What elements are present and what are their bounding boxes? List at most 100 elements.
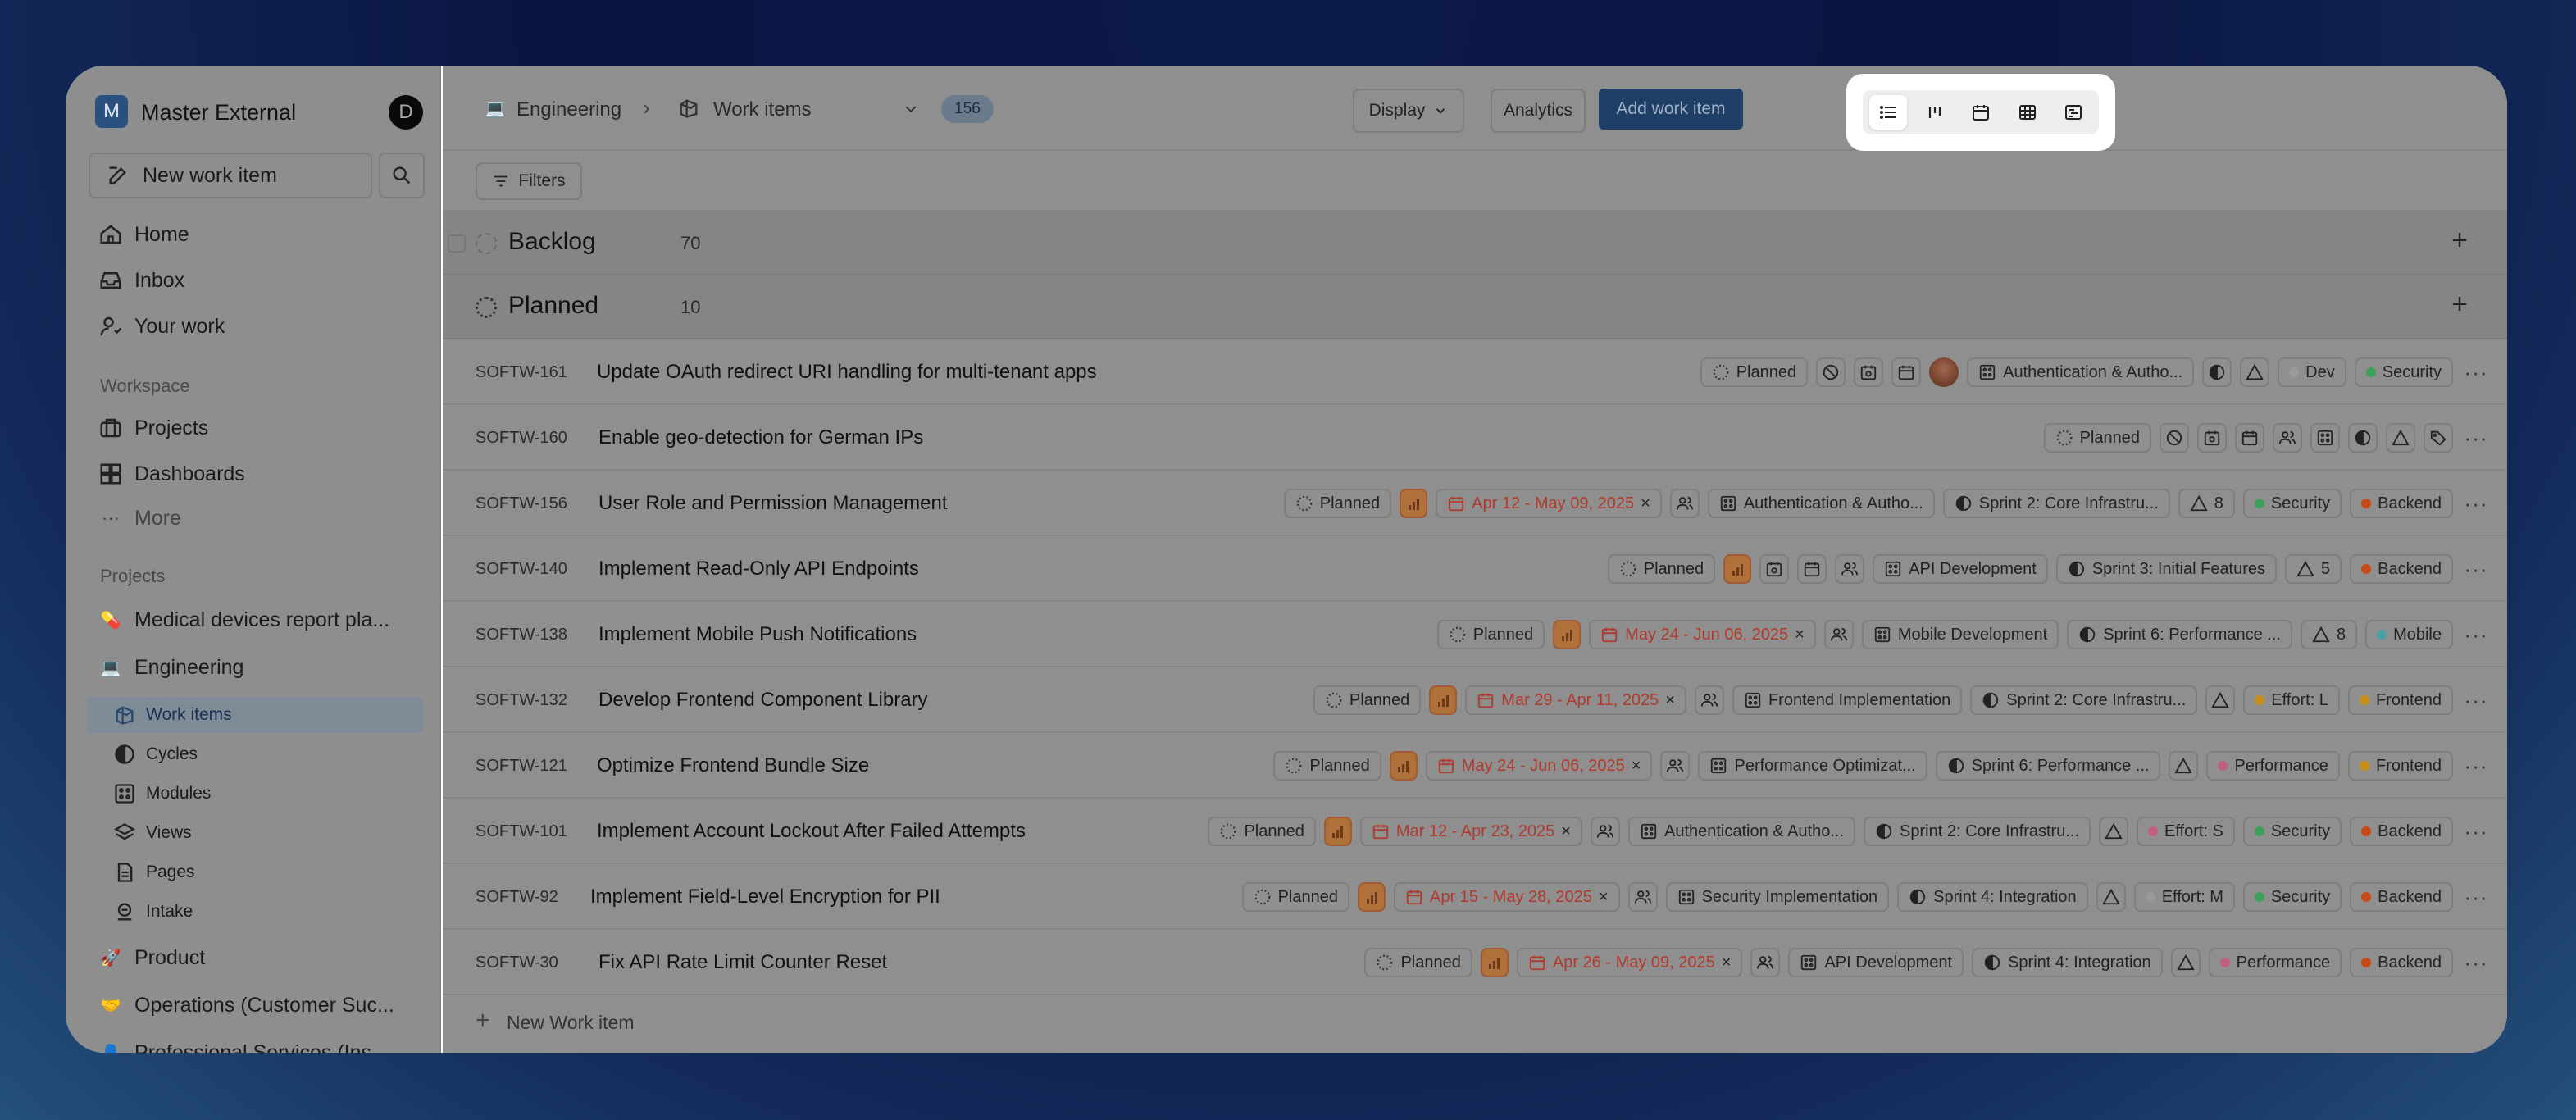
breadcrumb-page[interactable]: Work items xyxy=(713,98,812,121)
search-button[interactable] xyxy=(379,153,425,198)
priority-dropdown[interactable] xyxy=(1429,685,1458,715)
state-dropdown[interactable]: Planned xyxy=(1273,751,1381,781)
label-chip[interactable]: Effort: L xyxy=(2243,685,2340,715)
table-row[interactable]: SOFTW-30 Fix API Rate Limit Counter Reset… xyxy=(443,930,2507,995)
state-dropdown[interactable]: Planned xyxy=(1283,489,1392,518)
date-range-dropdown[interactable]: Mar 12 - Apr 23, 2025 × xyxy=(1359,817,1582,846)
label-chip[interactable]: Frontend xyxy=(2347,751,2453,781)
work-item-title[interactable]: Implement Field-Level Encryption for PII xyxy=(590,864,940,930)
table-row[interactable]: SOFTW-132 Develop Frontend Component Libr… xyxy=(443,667,2507,733)
estimate-dropdown[interactable] xyxy=(2205,685,2236,715)
state-dropdown[interactable]: Planned xyxy=(1607,554,1716,584)
cycle-dropdown[interactable]: Sprint 4: Integration xyxy=(1897,882,2088,912)
table-row[interactable]: SOFTW-138 Implement Mobile Push Notificat… xyxy=(443,602,2507,667)
table-row[interactable]: SOFTW-101 Implement Account Lockout After… xyxy=(443,799,2507,864)
cycle-dropdown[interactable]: Sprint 6: Performance ... xyxy=(2067,620,2292,649)
nav-more[interactable]: ··· More xyxy=(87,500,402,536)
more-options-icon[interactable]: ··· xyxy=(2461,817,2491,846)
project-product[interactable]: 🚀 Product xyxy=(87,940,402,976)
label-chip[interactable]: Security xyxy=(2242,817,2342,846)
cycle-dropdown[interactable] xyxy=(2202,357,2232,387)
chevron-down-icon[interactable] xyxy=(902,100,920,118)
state-dropdown[interactable]: Planned xyxy=(1241,882,1349,912)
start-date-dropdown[interactable] xyxy=(1854,357,1884,387)
close-icon[interactable]: × xyxy=(1665,691,1675,710)
sub-cycles[interactable]: Cycles xyxy=(87,736,423,772)
label-chip[interactable]: Frontend xyxy=(2347,685,2453,715)
nav-home[interactable]: Home xyxy=(87,216,402,253)
priority-dropdown[interactable] xyxy=(1389,751,1418,781)
date-range-dropdown[interactable]: May 24 - Jun 06, 2025 × xyxy=(1425,751,1653,781)
group-checkbox[interactable] xyxy=(448,234,466,253)
nav-your-work[interactable]: Your work xyxy=(87,308,402,344)
user-avatar[interactable]: D xyxy=(389,95,423,130)
nav-dashboards[interactable]: Dashboards xyxy=(87,456,402,492)
start-date-dropdown[interactable] xyxy=(2197,423,2227,453)
more-options-icon[interactable]: ··· xyxy=(2461,685,2491,715)
work-item-title[interactable]: Develop Frontend Component Library xyxy=(598,667,928,733)
project-engineering[interactable]: 💻 Engineering xyxy=(87,649,402,685)
cycle-dropdown[interactable]: Sprint 4: Integration xyxy=(1972,948,2163,977)
table-row[interactable]: SOFTW-160 Enable geo-detection for German… xyxy=(443,405,2507,471)
add-icon[interactable]: + xyxy=(2451,289,2468,321)
more-options-icon[interactable]: ··· xyxy=(2461,423,2491,453)
date-range-dropdown[interactable]: May 24 - Jun 06, 2025 × xyxy=(1589,620,1816,649)
module-dropdown[interactable]: Performance Optimizat... xyxy=(1698,751,1927,781)
close-icon[interactable]: × xyxy=(1795,626,1805,644)
more-options-icon[interactable]: ··· xyxy=(2461,357,2491,387)
module-dropdown[interactable]: Authentication & Autho... xyxy=(1627,817,1856,846)
cycle-dropdown[interactable]: Sprint 3: Initial Features xyxy=(2055,554,2278,584)
state-dropdown[interactable]: Planned xyxy=(1364,948,1472,977)
state-dropdown[interactable]: Planned xyxy=(1313,685,1422,715)
project-professional-services[interactable]: 👤 Professional Services (Ins... xyxy=(87,1035,402,1054)
label-chip[interactable]: Backend xyxy=(2350,882,2453,912)
module-dropdown[interactable]: Authentication & Autho... xyxy=(1707,489,1935,518)
more-options-icon[interactable]: ··· xyxy=(2461,882,2491,912)
due-date-dropdown[interactable] xyxy=(1891,357,1922,387)
more-options-icon[interactable]: ··· xyxy=(2461,554,2491,584)
list-layout-button[interactable] xyxy=(1869,95,1907,130)
date-range-dropdown[interactable]: Mar 29 - Apr 11, 2025 × xyxy=(1465,685,1686,715)
more-options-icon[interactable]: ··· xyxy=(2461,620,2491,649)
work-item-title[interactable]: Update OAuth redirect URI handling for m… xyxy=(597,339,1097,405)
sub-modules[interactable]: Modules xyxy=(87,776,423,812)
cycle-dropdown[interactable]: Sprint 6: Performance ... xyxy=(1935,751,2161,781)
state-dropdown[interactable]: Planned xyxy=(1700,357,1809,387)
project-medical-devices[interactable]: 💊 Medical devices report pla... xyxy=(87,602,402,638)
estimate-dropdown[interactable]: 8 xyxy=(2300,620,2358,649)
work-item-title[interactable]: Enable geo-detection for German IPs xyxy=(598,405,923,471)
label-chip[interactable]: Mobile xyxy=(2365,620,2453,649)
assignees-dropdown[interactable] xyxy=(2273,423,2302,453)
module-dropdown[interactable]: API Development xyxy=(1873,554,2048,584)
estimate-dropdown[interactable] xyxy=(2096,882,2126,912)
group-header-planned[interactable]: Planned 10 + xyxy=(443,275,2507,339)
cycle-dropdown[interactable]: Sprint 2: Core Infrastru... xyxy=(1970,685,2198,715)
more-options-icon[interactable]: ··· xyxy=(2461,489,2491,518)
table-row[interactable]: SOFTW-121 Optimize Frontend Bundle Size Pl… xyxy=(443,733,2507,799)
label-chip[interactable]: Effort: M xyxy=(2133,882,2235,912)
estimate-dropdown[interactable] xyxy=(2386,423,2415,453)
table-row[interactable]: SOFTW-161 Update OAuth redirect URI handl… xyxy=(443,339,2507,405)
close-icon[interactable]: × xyxy=(1632,757,1641,776)
module-dropdown[interactable] xyxy=(2310,423,2340,453)
add-icon[interactable]: + xyxy=(2451,225,2468,257)
date-range-dropdown[interactable]: Apr 26 - May 09, 2025 × xyxy=(1516,948,1743,977)
cycle-dropdown[interactable]: Sprint 2: Core Infrastru... xyxy=(1864,817,2091,846)
assignee-avatar[interactable] xyxy=(1929,357,1959,387)
kanban-layout-button[interactable] xyxy=(1916,95,1954,130)
cycle-dropdown[interactable] xyxy=(2348,423,2378,453)
label-chip[interactable]: Backend xyxy=(2350,817,2453,846)
estimate-dropdown[interactable] xyxy=(2170,948,2201,977)
label-chip[interactable]: Backend xyxy=(2350,948,2453,977)
group-header-backlog[interactable]: Backlog 70 + xyxy=(443,212,2507,275)
priority-dropdown[interactable] xyxy=(1553,620,1582,649)
priority-dropdown[interactable] xyxy=(1480,948,1509,977)
calendar-layout-button[interactable] xyxy=(1962,95,2000,130)
module-dropdown[interactable]: Security Implementation xyxy=(1665,882,1890,912)
state-dropdown[interactable]: Planned xyxy=(2043,423,2151,453)
module-dropdown[interactable]: Authentication & Autho... xyxy=(1967,357,2195,387)
assignees-dropdown[interactable] xyxy=(1823,620,1854,649)
close-icon[interactable]: × xyxy=(1722,954,1732,972)
estimate-dropdown[interactable] xyxy=(2099,817,2129,846)
spreadsheet-layout-button[interactable] xyxy=(2009,95,2046,130)
